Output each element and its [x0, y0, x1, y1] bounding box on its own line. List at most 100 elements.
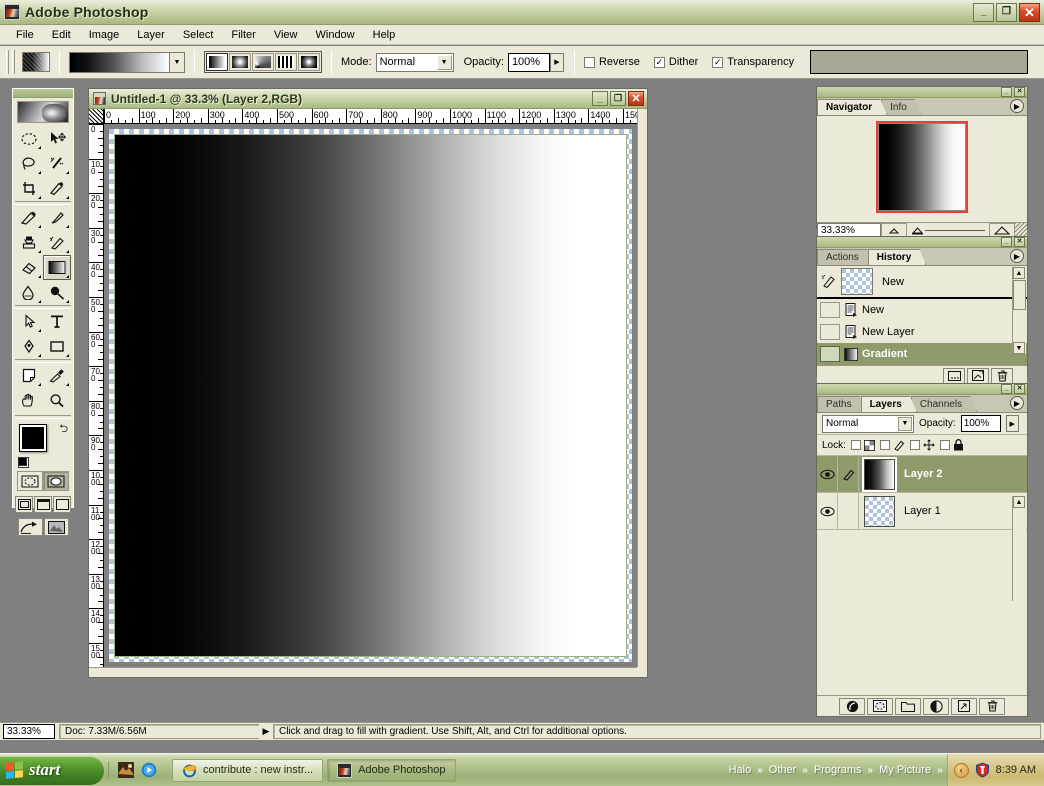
notes-tool[interactable] [15, 363, 43, 388]
slider-track[interactable] [925, 230, 985, 231]
reflected-gradient-icon[interactable] [275, 53, 297, 71]
history-state-row[interactable]: New Layer [817, 321, 1027, 343]
layer-visibility-toggle[interactable] [817, 493, 838, 529]
history-state-row[interactable]: New [817, 299, 1027, 321]
brush-tool[interactable] [43, 205, 71, 230]
windows-media-player-icon[interactable] [141, 762, 157, 778]
eraser-tool[interactable] [15, 255, 43, 280]
create-new-snapshot-button[interactable] [967, 368, 989, 384]
layer-row-layer-2[interactable]: Layer 2 [817, 456, 1027, 493]
taskbar-button-photoshop[interactable]: Adobe Photoshop [327, 759, 455, 782]
history-source-row[interactable]: New [817, 266, 1027, 299]
history-snapshot-checkbox[interactable] [820, 302, 840, 318]
lock-transparent-pixels[interactable] [851, 440, 875, 451]
navigator-close-button[interactable]: ✕ [1014, 87, 1025, 97]
scroll-down-icon[interactable]: ▼ [1013, 342, 1025, 354]
tab-info[interactable]: Info [881, 99, 922, 115]
toolbar-link-my-picture[interactable]: My Picture [877, 764, 933, 776]
standard-screen-mode-icon[interactable] [15, 496, 33, 513]
chevron-down-icon[interactable]: ▼ [437, 55, 452, 70]
transparency-checkbox[interactable]: ✓ Transparency [712, 56, 794, 68]
menu-file[interactable]: File [8, 27, 42, 43]
gradient-tool[interactable] [43, 255, 71, 280]
tab-navigator[interactable]: Navigator [817, 99, 887, 115]
palette-menu-icon[interactable]: ▶ [1010, 249, 1024, 263]
lock-all[interactable] [940, 439, 964, 451]
scroll-up-icon[interactable]: ▲ [1013, 496, 1025, 508]
history-state-row-selected[interactable]: Gradient [817, 343, 1027, 365]
checkbox-mark[interactable]: ✓ [654, 57, 665, 68]
healing-brush-tool[interactable] [15, 205, 43, 230]
swap-colors-icon[interactable]: ⮌ [59, 420, 68, 439]
tray-collapse-icon[interactable]: ‹ [954, 763, 969, 778]
options-bar-grip-2[interactable] [12, 50, 15, 74]
full-screen-mode-icon[interactable] [53, 496, 71, 513]
layer-thumbnail[interactable] [864, 496, 895, 527]
layer-name[interactable]: Layer 1 [904, 505, 941, 517]
chevron-down-icon[interactable]: ▼ [898, 417, 912, 431]
path-selection-tool[interactable] [15, 309, 43, 334]
checkbox-mark[interactable]: ✓ [712, 57, 723, 68]
zoom-tool[interactable] [43, 388, 71, 413]
menu-edit[interactable]: Edit [44, 27, 79, 43]
history-snapshot-checkbox[interactable] [820, 324, 840, 340]
history-snapshot-checkbox[interactable] [820, 346, 840, 362]
jump-to-imageready-icon[interactable] [18, 518, 43, 536]
document-horizontal-scrollbar[interactable] [89, 667, 637, 677]
document-maximize-button[interactable]: ❐ [610, 91, 626, 106]
menu-layer[interactable]: Layer [129, 27, 173, 43]
palette-well[interactable] [810, 50, 1028, 74]
close-button[interactable]: ✕ [1019, 3, 1040, 22]
tab-actions[interactable]: Actions [817, 249, 874, 265]
layers-drag-handle[interactable]: _ ✕ [817, 384, 1027, 395]
navigator-resize-grip[interactable] [1015, 223, 1027, 237]
magic-wand-tool[interactable] [43, 151, 71, 176]
lock-checkbox[interactable] [910, 440, 920, 450]
document-minimize-button[interactable]: _ [592, 91, 608, 106]
delete-state-button[interactable] [991, 368, 1013, 384]
reverse-checkbox[interactable]: Reverse [584, 56, 640, 68]
radial-gradient-icon[interactable] [229, 53, 251, 71]
document-title-bar[interactable]: Untitled-1 @ 33.3% (Layer 2,RGB) _ ❐ ✕ [89, 89, 647, 109]
imageready-icon[interactable] [44, 518, 69, 536]
status-menu-arrow-icon[interactable]: ▶ [259, 724, 273, 739]
scroll-up-icon[interactable]: ▲ [1013, 267, 1025, 279]
layers-close-button[interactable]: ✕ [1014, 384, 1025, 394]
clone-stamp-tool[interactable] [15, 230, 43, 255]
taskbar-button-contribute[interactable]: contribute : new instr... [172, 759, 323, 782]
chevron-right-icon[interactable]: » [937, 765, 943, 776]
media-thumbnail-icon[interactable] [118, 762, 134, 778]
minimize-button[interactable]: _ [973, 3, 994, 22]
rectangular-marquee-tool[interactable] [15, 126, 43, 151]
rectangle-shape-tool[interactable] [43, 334, 71, 359]
navigator-zoom-input[interactable]: 33.33% [817, 223, 881, 237]
layer-thumbnail[interactable] [864, 459, 895, 490]
layer-visibility-toggle[interactable] [817, 456, 838, 492]
menu-filter[interactable]: Filter [223, 27, 263, 43]
foreground-color-swatch[interactable] [19, 424, 47, 452]
new-layer-button[interactable] [951, 698, 977, 715]
slice-tool[interactable] [43, 176, 71, 201]
navigator-minimize-button[interactable]: _ [1001, 87, 1012, 97]
new-group-button[interactable] [895, 698, 921, 715]
chevron-right-icon[interactable]: » [757, 765, 763, 776]
crop-tool[interactable] [15, 176, 43, 201]
options-bar-grip[interactable] [6, 50, 9, 74]
history-drag-handle[interactable]: _ ✕ [817, 237, 1027, 248]
chevron-right-icon[interactable]: » [868, 765, 874, 776]
diamond-gradient-icon[interactable] [298, 53, 320, 71]
layer-name[interactable]: Layer 2 [904, 468, 943, 480]
layer-mask-button[interactable] [867, 698, 893, 715]
new-document-from-state-button[interactable] [943, 368, 965, 384]
hand-tool[interactable] [15, 388, 43, 413]
layer-active-indicator[interactable] [838, 456, 859, 492]
navigator-zoom-slider[interactable] [907, 223, 989, 237]
start-button[interactable]: start [0, 756, 104, 785]
history-brush-tool[interactable] [43, 230, 71, 255]
menu-image[interactable]: Image [81, 27, 128, 43]
delete-layer-button[interactable] [979, 698, 1005, 715]
vertical-ruler[interactable]: 0100200300400500600700800900100011001200… [89, 124, 104, 667]
opacity-input[interactable]: 100% ▶ [508, 53, 550, 72]
layer-style-button[interactable] [839, 698, 865, 715]
history-close-button[interactable]: ✕ [1014, 237, 1025, 247]
